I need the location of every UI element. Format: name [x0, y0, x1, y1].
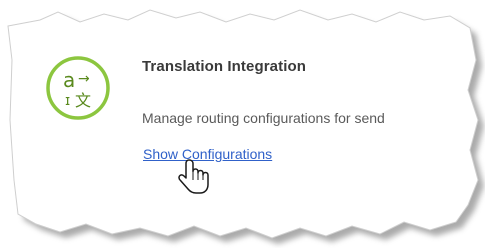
card-title: Translation Integration: [142, 58, 306, 75]
icon-glyph-arrow: →: [78, 71, 90, 87]
icon-glyph-latin: a: [63, 68, 75, 92]
screenshot-stage: a → ɪ 文 Translation Integration Manage r…: [0, 0, 485, 248]
translation-integration-card: a → ɪ 文 Translation Integration Manage r…: [0, 0, 485, 248]
translate-icon: a → ɪ 文: [44, 54, 112, 122]
icon-glyph-cjk: 文: [75, 91, 91, 110]
hand-pointer-icon: [178, 158, 212, 196]
icon-glyph-marker: ɪ: [65, 93, 70, 109]
card-description: Manage routing configurations for send: [142, 110, 385, 126]
